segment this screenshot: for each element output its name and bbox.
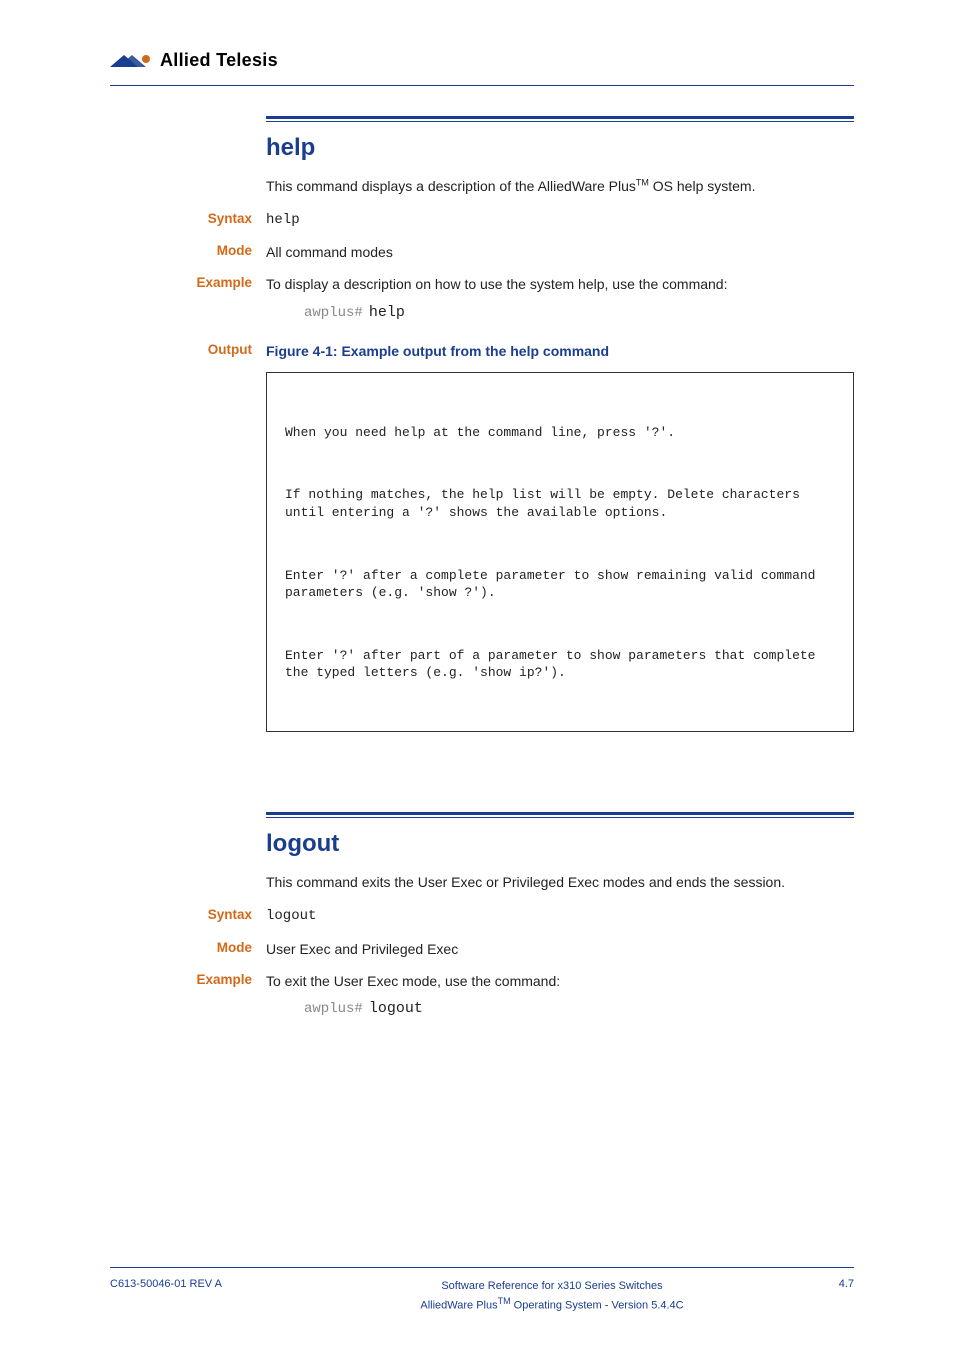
section-rule-thin <box>266 121 854 122</box>
label-example: Example <box>110 971 266 987</box>
section-help: help This command displays a description… <box>266 116 854 733</box>
help-output-caption: Figure 4-1: Example output from the help… <box>266 341 854 361</box>
section-rule-thick <box>266 116 854 119</box>
page-footer: C613-50046-01 REV A Software Reference f… <box>110 1267 854 1314</box>
section-rule-thick <box>266 812 854 815</box>
help-intro-before: This command displays a description of t… <box>266 178 636 194</box>
footer-page-number: 4.7 <box>794 1278 854 1290</box>
section-title-help: help <box>266 134 854 162</box>
row-help-mode: Mode All command modes <box>110 242 854 262</box>
trademark-sup: TM <box>636 177 649 187</box>
row-help-output: Output Figure 4-1: Example output from t… <box>110 341 854 732</box>
footer-line2-after: Operating System - Version 5.4.4C <box>511 1300 684 1312</box>
footer-center: Software Reference for x310 Series Switc… <box>310 1278 794 1314</box>
help-def-group: Syntax help Mode All command modes Examp… <box>110 210 854 732</box>
help-intro: This command displays a description of t… <box>266 176 854 196</box>
footer-row: C613-50046-01 REV A Software Reference f… <box>110 1278 854 1314</box>
label-mode: Mode <box>110 242 266 258</box>
help-example-text: To display a description on how to use t… <box>266 276 727 292</box>
row-help-syntax: Syntax help <box>110 210 854 230</box>
allied-telesis-mark-icon <box>110 52 154 70</box>
prompt: awplus# <box>304 305 363 321</box>
footer-left: C613-50046-01 REV A <box>110 1278 310 1290</box>
label-mode: Mode <box>110 939 266 955</box>
section-title-logout: logout <box>266 830 854 858</box>
header-logo-row: Allied Telesis <box>110 50 854 75</box>
value-logout-syntax: logout <box>266 906 854 926</box>
value-logout-mode: User Exec and Privileged Exec <box>266 939 854 959</box>
label-example: Example <box>110 274 266 290</box>
footer-line1: Software Reference for x310 Series Switc… <box>310 1278 794 1295</box>
help-output-box: When you need help at the command line, … <box>266 372 854 732</box>
help-intro-after: OS help system. <box>649 178 756 194</box>
logout-example-cmd: logout <box>369 1000 423 1017</box>
prompt: awplus# <box>304 1001 363 1017</box>
label-output: Output <box>110 341 266 357</box>
value-logout-example: To exit the User Exec mode, use the comm… <box>266 971 854 1026</box>
value-help-example: To display a description on how to use t… <box>266 274 854 329</box>
row-logout-syntax: Syntax logout <box>110 906 854 926</box>
label-syntax: Syntax <box>110 906 266 922</box>
row-logout-example: Example To exit the User Exec mode, use … <box>110 971 854 1026</box>
output-line: Enter '?' after a complete parameter to … <box>285 567 835 602</box>
brand-name: Allied Telesis <box>160 50 278 71</box>
brand-logo: Allied Telesis <box>110 50 278 71</box>
logout-def-group: Syntax logout Mode User Exec and Privile… <box>110 906 854 1026</box>
help-example-cmdline: awplus# help <box>304 301 854 324</box>
output-line: When you need help at the command line, … <box>285 424 835 442</box>
page: Allied Telesis help This command display… <box>0 0 954 1350</box>
value-help-syntax: help <box>266 210 854 230</box>
logout-example-text: To exit the User Exec mode, use the comm… <box>266 973 560 989</box>
footer-line2: AlliedWare PlusTM Operating System - Ver… <box>310 1295 794 1314</box>
value-help-mode: All command modes <box>266 242 854 262</box>
row-help-example: Example To display a description on how … <box>110 274 854 329</box>
header-rule <box>110 85 854 86</box>
logout-intro: This command exits the User Exec or Priv… <box>266 872 854 892</box>
value-help-output: Figure 4-1: Example output from the help… <box>266 341 854 732</box>
trademark-sup: TM <box>498 1296 511 1306</box>
spacer <box>110 772 854 812</box>
logout-example-cmdline: awplus# logout <box>304 997 854 1020</box>
footer-rule <box>110 1267 854 1268</box>
footer-line2-before: AlliedWare Plus <box>420 1300 497 1312</box>
section-logout: logout This command exits the User Exec … <box>266 812 854 1026</box>
help-example-cmd: help <box>369 304 405 321</box>
row-logout-mode: Mode User Exec and Privileged Exec <box>110 939 854 959</box>
output-line: Enter '?' after part of a parameter to s… <box>285 647 835 682</box>
label-syntax: Syntax <box>110 210 266 226</box>
section-rule-thin <box>266 817 854 818</box>
output-line: If nothing matches, the help list will b… <box>285 486 835 521</box>
